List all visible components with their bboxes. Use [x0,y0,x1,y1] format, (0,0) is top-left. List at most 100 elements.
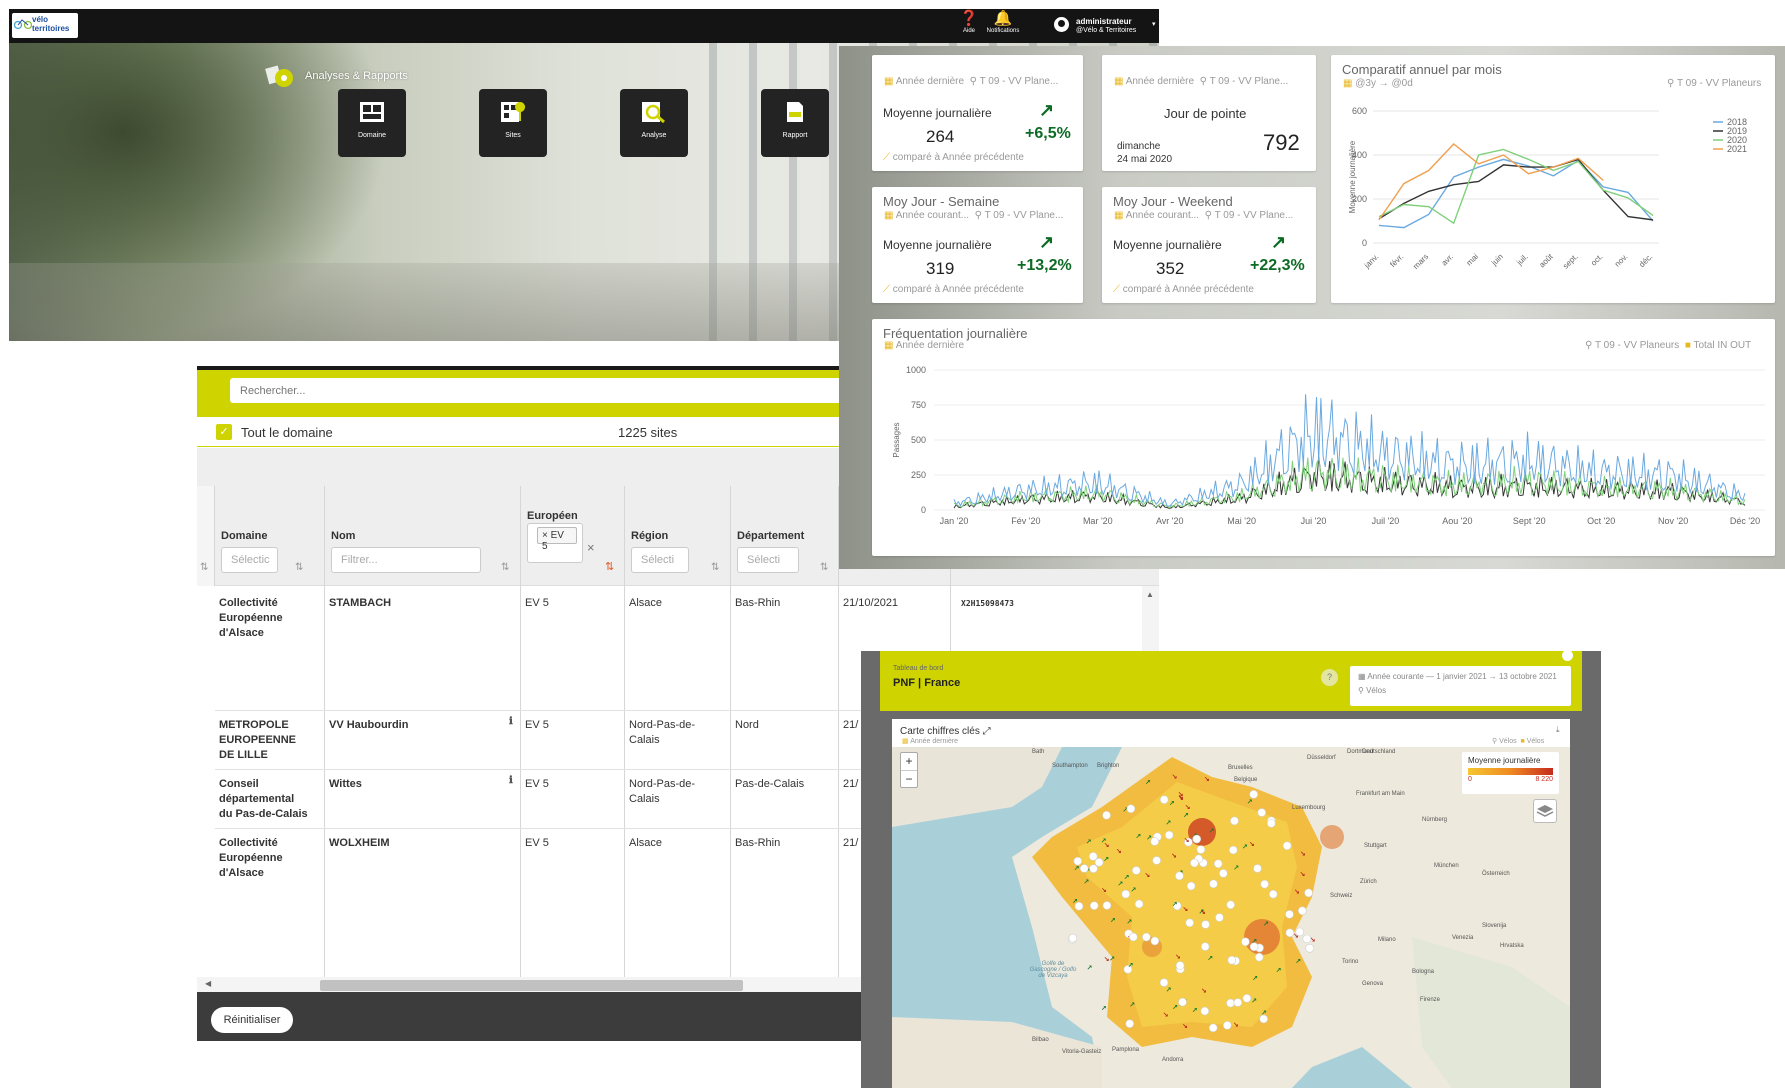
map-place: Andorra [1162,1057,1184,1063]
site-marker [1094,858,1104,867]
column-header-region[interactable]: Région [631,530,668,542]
trend-marker: ↘ [1300,850,1306,858]
map-place: Torino [1342,959,1359,965]
site-marker [1102,901,1112,910]
site-marker [1079,864,1089,873]
x-tick-label: avr. [1440,252,1455,267]
x-tick-label: Mar '20 [1083,516,1113,526]
scrollbar-thumb[interactable] [320,980,743,991]
analysis-icon [642,102,665,124]
legend-title: Moyenne journalière [1468,756,1541,765]
domain-checkbox[interactable]: ✓ [216,424,232,440]
tile-label: Analyse [641,132,667,139]
trend-marker: ↗ [1172,1003,1178,1011]
x-tick-label: Jui '20 [1301,516,1327,526]
column-header-domaine[interactable]: Domaine [221,530,267,542]
chart-icon: ⟋ [883,284,890,295]
cell-date: 21/10/2021 [843,597,899,609]
velo-territoires-logo[interactable]: vélo territoires [12,13,78,38]
trend-marker: ↘ [1200,908,1206,916]
site-marker [1201,920,1210,929]
info-icon[interactable]: ℹ [509,775,513,786]
scroll-left-icon[interactable]: ◀ [205,979,211,988]
x-tick-label: déc. [1637,252,1654,269]
zoom-in-icon[interactable]: + [901,753,917,770]
kpi-card-jour-pointe[interactable]: ▦ Année dernière ⚲ T 09 - VV Plane... Jo… [1102,55,1316,171]
sort-icon[interactable]: ⇅ [820,562,828,573]
cell-europeen: EV 5 [525,719,549,731]
tile-sites[interactable]: Sites [479,89,547,157]
y-tick-label: 600 [1352,106,1367,116]
site-marker [1142,932,1151,942]
site-marker [1226,900,1235,910]
departement-filter-select[interactable]: Sélecti [737,547,799,573]
user-name: administrateur [1076,17,1132,26]
kpi-card-moyenne[interactable]: ▦ Année dernière ⚲ T 09 - VV Plane... Mo… [872,55,1083,171]
cell-serial: X2H15098473 [961,599,1014,608]
column-header-nom[interactable]: Nom [331,530,355,542]
trend-marker: ↗ [1117,880,1123,888]
site-marker [1159,978,1169,987]
info-icon[interactable]: ℹ [509,716,513,727]
calendar-icon: ▦ [884,76,894,87]
map-place: Düsseldorf [1307,755,1336,761]
site-marker [1190,858,1199,868]
kpi-title: Moy Jour - Weekend [1113,194,1233,209]
dashboard-label: Tableau de bord [893,665,944,672]
daily-chart-card[interactable]: Fréquentation journalière ▦ Année derniè… [872,319,1775,556]
hero-title: Analyses & Rapports [305,70,408,82]
column-header-departement[interactable]: Département [737,530,804,542]
zoom-out-icon[interactable]: − [901,770,917,788]
sort-icon[interactable]: ⇅ [501,562,509,573]
notifications-button[interactable]: 🔔 Notifications [983,10,1023,42]
map-place: Österreich [1482,871,1510,877]
trend-marker: ↘ [1300,870,1306,878]
sort-icon[interactable]: ⇅ [200,562,208,573]
trend-marker: ↗ [1242,843,1248,851]
clear-filter-icon[interactable]: × [587,540,595,555]
region-filter-select[interactable]: Sélecti [631,547,689,573]
france-map[interactable]: ↗↗↗↘↗↗↗↗↘↗↗↘↗↘↗↘↗↘↗↘↗↗↗↗↗↘↗↗↘↘↗↗↗↗↗↗↗↘↘↗… [892,747,1570,1088]
kpi-compare: ⟋ comparé à Année précédente [883,152,1024,163]
map-place: Bilbao [1032,1037,1049,1043]
x-tick-label: Aou '20 [1442,516,1472,526]
europeen-filter-tag[interactable]: × EV 5 [537,527,577,552]
site-marker [1074,901,1084,911]
map-place: Zürich [1360,879,1377,885]
map-period-selector[interactable]: ▦ Année courante — 1 janvier 2021 → 13 o… [1350,666,1571,706]
sort-active-icon[interactable]: ⇅ [605,560,614,573]
trend-marker: ↗ [1166,986,1172,994]
map-place: Deutschland [1362,749,1396,755]
nom-filter-input[interactable]: Filtrer... [331,547,481,573]
layers-icon[interactable] [1533,799,1557,823]
kpi-delta: +13,2% [1017,257,1072,274]
domaine-filter-select[interactable]: Sélectic [221,547,278,573]
map-zoom-control[interactable]: + − [900,752,918,788]
site-marker [1254,952,1264,962]
sort-icon[interactable]: ⇅ [295,562,303,573]
scroll-up-icon[interactable]: ▲ [1146,590,1154,599]
reset-button[interactable]: Réinitialiser [211,1007,293,1033]
series-line [953,394,1746,507]
trend-up-icon: ↗ [1039,232,1055,252]
kpi-card-semaine[interactable]: Moy Jour - Semaine ▦ Année courant... ⚲ … [872,187,1083,303]
legend-gradient [1468,768,1553,775]
x-tick-label: oct. [1589,252,1604,267]
tile-domaine[interactable]: Domaine [338,89,406,157]
user-menu[interactable]: administrateur @Vélo & Territoires ▾ [1044,12,1159,40]
column-header-europeen[interactable]: Européen [527,510,578,522]
cell-departement: Nord [735,719,759,731]
help-icon[interactable]: ? [1321,669,1338,686]
tile-analyse[interactable]: Analyse [620,89,688,157]
tile-rapport[interactable]: Rapport [761,89,829,157]
logo-text-territoires: territoires [32,24,70,33]
sort-icon[interactable]: ⇅ [711,562,719,573]
x-tick-label: juil. [1514,252,1530,268]
calendar-icon: ▦ [1114,210,1124,221]
download-icon[interactable]: ⤓ [1556,725,1560,735]
kpi-card-weekend[interactable]: Moy Jour - Weekend ▦ Année courant... ⚲ … [1102,187,1316,303]
monthly-chart-card[interactable]: Comparatif annuel par mois ▦ @3y → @0d ⚲… [1331,55,1775,303]
x-tick-label: Déc '20 [1730,516,1760,526]
logo-text-velo: vélo [32,15,49,24]
site-marker [1268,889,1278,899]
